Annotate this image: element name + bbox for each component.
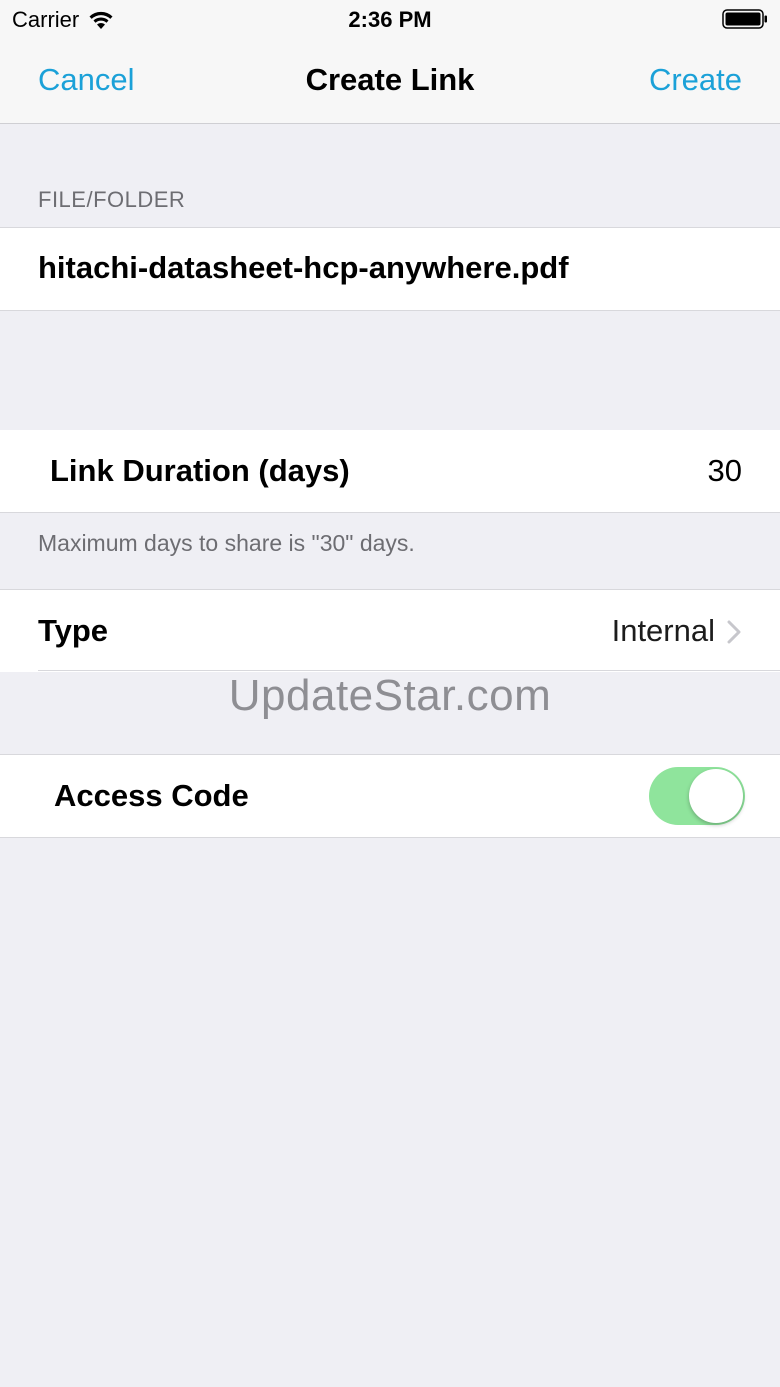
link-duration-value[interactable]: 30 (708, 453, 742, 489)
navigation-bar: Cancel Create Link Create (0, 40, 780, 124)
status-bar: Carrier 2:36 PM (0, 0, 780, 40)
file-folder-cell: hitachi-datasheet-hcp-anywhere.pdf (0, 227, 780, 311)
toggle-knob (689, 769, 743, 823)
access-code-label: Access Code (54, 778, 249, 813)
duration-footnote: Maximum days to share is "30" days. (38, 530, 415, 556)
access-code-toggle[interactable] (649, 767, 745, 825)
file-folder-section-header: FILE/FOLDER (38, 187, 186, 212)
link-type-label: Type (38, 613, 109, 648)
watermark: UpdateStar.com (228, 671, 552, 720)
chevron-right-icon (727, 620, 741, 644)
link-type-cell[interactable]: Type Internal (0, 589, 780, 672)
access-code-cell: Access Code (0, 754, 780, 838)
battery-icon (722, 9, 767, 29)
create-button[interactable]: Create (649, 62, 742, 98)
link-duration-cell[interactable]: Link Duration (days) 30 (0, 430, 780, 513)
create-link-screen: Carrier 2:36 PM Cancel Create Link Creat… (0, 0, 780, 1387)
file-name: hitachi-datasheet-hcp-anywhere.pdf (38, 250, 569, 285)
link-type-value: Internal (611, 613, 715, 648)
link-duration-label: Link Duration (days) (50, 453, 350, 488)
status-time: 2:36 PM (348, 7, 432, 32)
